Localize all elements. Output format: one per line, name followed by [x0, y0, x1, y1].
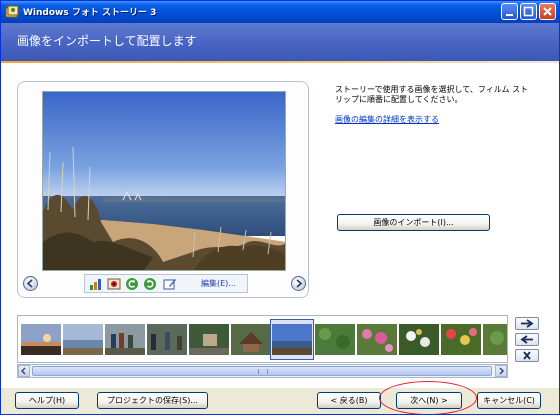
close-icon [543, 7, 552, 16]
preview-toolbar: 編集(E)... [18, 272, 308, 296]
scroll-left-button[interactable] [18, 365, 30, 377]
next-image-button[interactable] [291, 276, 306, 291]
minimize-button[interactable] [501, 3, 518, 20]
save-project-button[interactable]: プロジェクトの保存(S)... [97, 392, 208, 409]
maximize-button[interactable] [520, 3, 537, 20]
filmstrip-thumbnail[interactable] [147, 324, 187, 355]
back-button[interactable]: < 戻る(B) [317, 392, 381, 409]
photo-story-window: Windows フォト ストーリー 3 画像をインポートして配置します 編集(E… [0, 0, 560, 415]
previous-image-button[interactable] [23, 276, 38, 291]
edit-link[interactable]: 編集(E)... [201, 278, 236, 289]
content-area: 編集(E)... ストーリーで使用する画像を選択して、フィルム ストリップに順番… [1, 63, 559, 388]
scrollbar-thumb[interactable] [32, 366, 492, 376]
rotate-left-icon[interactable] [125, 277, 139, 291]
filmstrip-thumbnail[interactable] [399, 324, 439, 355]
grip-icon [258, 369, 268, 374]
filmstrip-thumbnail-selected[interactable] [270, 319, 314, 360]
scroll-right-button[interactable] [495, 365, 507, 377]
scroll-right-icon [499, 367, 505, 375]
filmstrip-thumbnail[interactable] [21, 324, 61, 355]
filmstrip-thumbnail[interactable] [483, 324, 507, 355]
arrow-right-circle-icon [296, 279, 303, 288]
help-button[interactable]: ヘルプ(H) [15, 392, 79, 409]
window-title: Windows フォト ストーリー 3 [23, 8, 157, 18]
red-eye-icon[interactable] [107, 277, 121, 291]
filmstrip-thumbnail[interactable] [189, 324, 229, 355]
preview-image [42, 91, 286, 271]
scroll-left-icon [20, 367, 26, 375]
auto-levels-icon[interactable] [89, 277, 103, 291]
import-pictures-button[interactable]: 画像のインポート(I)... [337, 214, 490, 231]
edit-tools-strip: 編集(E)... [84, 274, 248, 293]
filmstrip-thumbnail[interactable] [441, 324, 481, 355]
edit-details-link[interactable]: 画像の編集の詳細を表示する [335, 114, 439, 125]
filmstrip-thumbnail[interactable] [357, 324, 397, 355]
filmstrip [17, 315, 508, 363]
filmstrip-thumbnail[interactable] [63, 324, 103, 355]
filmstrip-thumbnail[interactable] [105, 324, 145, 355]
rotate-right-icon[interactable] [143, 277, 157, 291]
close-button[interactable] [539, 3, 556, 20]
next-button-highlight [379, 381, 477, 414]
edit-icon[interactable] [163, 277, 177, 291]
filmstrip-thumbnail[interactable] [315, 324, 355, 355]
image-preview-panel: 編集(E)... [17, 81, 309, 298]
photo-story-icon [5, 5, 19, 18]
move-left-button[interactable] [515, 333, 539, 346]
move-right-button[interactable] [515, 317, 539, 330]
remove-picture-button[interactable] [515, 349, 539, 362]
wizard-header: 画像をインポートして配置します [1, 23, 559, 61]
page-title: 画像をインポートして配置します [17, 34, 197, 48]
maximize-icon [523, 6, 534, 17]
arrow-left-circle-icon [26, 279, 33, 288]
title-bar: Windows フォト ストーリー 3 [1, 1, 559, 23]
cancel-button[interactable]: キャンセル(C) [477, 392, 541, 409]
move-left-icon [520, 335, 533, 344]
filmstrip-scrollbar[interactable] [17, 364, 508, 378]
filmstrip-thumbnail[interactable] [231, 324, 271, 355]
move-right-icon [521, 319, 534, 328]
instructions-text: ストーリーで使用する画像を選択して、フィルム ストリップに順番に配置してください… [335, 85, 529, 104]
remove-icon [523, 351, 531, 360]
minimize-icon [506, 14, 513, 16]
